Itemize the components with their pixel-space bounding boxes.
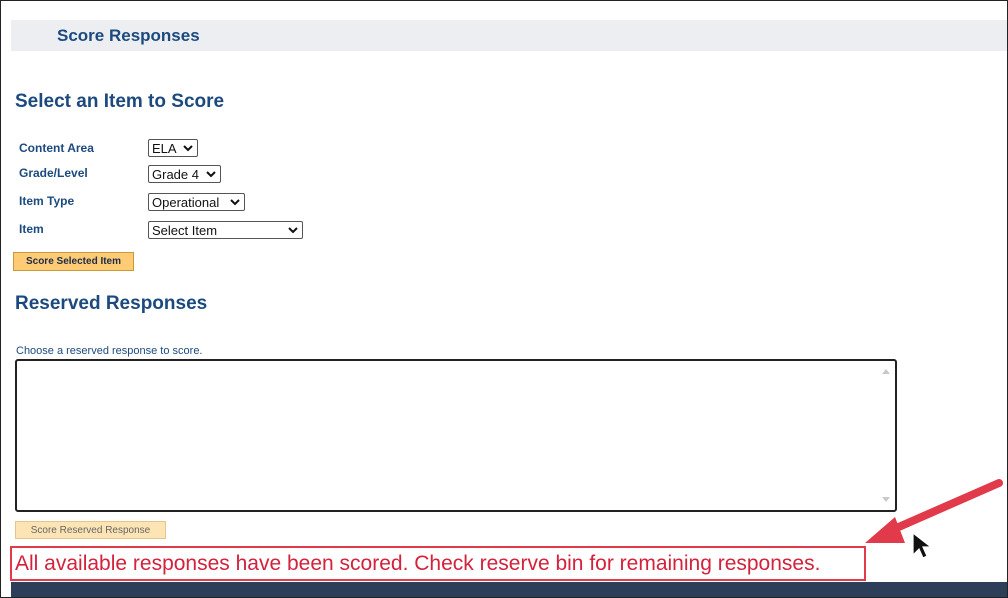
footer-bar [11, 582, 1007, 597]
grade-level-value: Grade 4 [152, 166, 199, 182]
page-header: Score Responses [11, 20, 1007, 51]
chevron-down-icon [206, 171, 216, 178]
reserved-responses-heading: Reserved Responses [15, 293, 208, 314]
grade-level-select[interactable]: Grade 4 [148, 165, 221, 183]
scroll-up-icon[interactable] [882, 369, 890, 374]
item-type-value: Operational [152, 194, 220, 210]
content-area-select[interactable]: ELA [148, 139, 198, 157]
mouse-cursor-icon [912, 531, 933, 559]
page-frame: Score Responses Select an Item to Score … [0, 0, 1008, 598]
content-area-value: ELA [152, 140, 177, 156]
chevron-down-icon [183, 145, 193, 152]
page-title: Score Responses [57, 26, 200, 45]
score-reserved-response-button[interactable]: Score Reserved Response [15, 521, 166, 539]
item-select[interactable]: Select Item [148, 221, 303, 239]
reserved-responses-list[interactable] [15, 359, 897, 512]
status-message: All available responses have been scored… [15, 551, 821, 575]
select-item-heading: Select an Item to Score [15, 91, 225, 112]
item-type-select[interactable]: Operational [148, 193, 245, 211]
reserved-hint: Choose a reserved response to score. [16, 345, 203, 357]
chevron-down-icon [288, 227, 298, 234]
chevron-down-icon [230, 199, 240, 206]
item-value: Select Item [152, 222, 218, 238]
content-area-label: Content Area [19, 141, 94, 155]
score-selected-item-button[interactable]: Score Selected Item [13, 252, 134, 271]
status-message-box: All available responses have been scored… [10, 546, 866, 581]
grade-level-label: Grade/Level [19, 166, 88, 180]
item-label: Item [19, 222, 44, 236]
item-type-label: Item Type [19, 194, 75, 208]
